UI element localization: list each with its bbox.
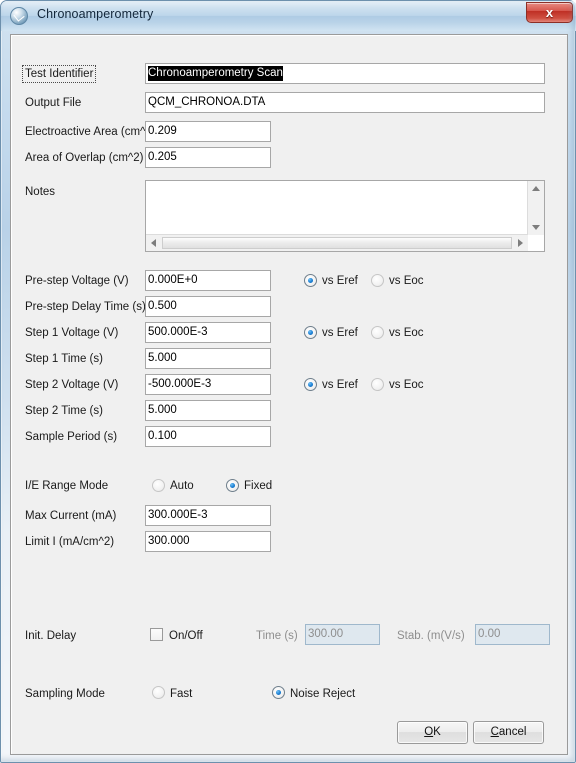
test-identifier-label: Test Identifier <box>22 65 97 83</box>
pre-step-voltage-vs-eoc-radio[interactable] <box>371 274 384 287</box>
title-bar[interactable]: Chronoamperometry x <box>1 1 576 31</box>
step2-voltage-vs-eref-radio[interactable] <box>304 378 317 391</box>
limit-i-label: Limit I (mA/cm^2) <box>25 536 115 548</box>
sampling-mode-noise-reject-radio[interactable] <box>272 686 285 699</box>
electroactive-area-label: Electroactive Area (cm^2) <box>25 126 156 138</box>
ok-button[interactable]: OK <box>397 721 468 744</box>
init-delay-stab-label: Stab. (m(V/s) <box>397 630 465 642</box>
area-of-overlap-input[interactable]: 0.205 <box>145 147 271 168</box>
scroll-right-icon[interactable] <box>518 239 523 247</box>
horizontal-scroll-thumb[interactable] <box>162 237 512 249</box>
limit-i-input[interactable]: 300.000 <box>145 531 271 552</box>
ie-range-mode-label: I/E Range Mode <box>25 480 109 492</box>
scroll-left-icon[interactable] <box>151 239 156 247</box>
scroll-up-icon[interactable] <box>532 186 540 191</box>
step1-time-input[interactable]: 5.000 <box>145 348 271 369</box>
step2-time-input[interactable]: 5.000 <box>145 400 271 421</box>
sampling-mode-fast-radio[interactable] <box>152 686 165 699</box>
electroactive-area-input[interactable]: 0.209 <box>145 121 271 142</box>
init-delay-time-label: Time (s) <box>256 630 298 642</box>
step1-voltage-vs-eref-label: vs Eref <box>322 327 358 339</box>
init-delay-onoff-label: On/Off <box>169 630 203 642</box>
step1-voltage-vs-eoc-label: vs Eoc <box>389 327 424 339</box>
pre-step-voltage-label: Pre-step Voltage (V) <box>25 275 129 287</box>
output-file-label: Output File <box>25 97 82 109</box>
chronoamperometry-app-icon <box>10 7 28 25</box>
step2-voltage-label: Step 2 Voltage (V) <box>25 379 119 391</box>
sampling-mode-label: Sampling Mode <box>25 688 105 700</box>
pre-step-voltage-input[interactable]: 0.000E+0 <box>145 270 271 291</box>
chronoamperometry-dialog-window: Chronoamperometry x Test Identifier Chro… <box>0 0 576 763</box>
ie-range-mode-fixed-label: Fixed <box>244 480 273 492</box>
scrollbar-corner <box>528 235 544 251</box>
test-identifier-input[interactable]: Chronoamperometry Scan <box>145 63 545 84</box>
max-current-label: Max Current (mA) <box>25 510 117 522</box>
init-delay-label: Init. Delay <box>25 630 77 642</box>
step1-voltage-input[interactable]: 500.000E-3 <box>145 322 271 343</box>
close-icon: x <box>545 5 554 20</box>
notes-textarea[interactable] <box>145 180 545 252</box>
init-delay-stab-input: 0.00 <box>475 624 550 645</box>
sample-period-input[interactable]: 0.100 <box>145 426 271 447</box>
test-identifier-value: Chronoamperometry Scan <box>148 66 283 81</box>
scroll-down-icon[interactable] <box>532 225 540 230</box>
notes-vertical-scrollbar[interactable] <box>527 181 544 235</box>
step2-voltage-vs-eoc-label: vs Eoc <box>389 379 424 391</box>
notes-horizontal-scrollbar[interactable] <box>146 234 528 251</box>
sample-period-label: Sample Period (s) <box>25 431 118 443</box>
pre-step-delay-time-label: Pre-step Delay Time (s) <box>25 301 146 313</box>
pre-step-voltage-vs-eoc-label: vs Eoc <box>389 275 424 287</box>
notes-label: Notes <box>25 186 56 198</box>
step2-voltage-vs-eref-label: vs Eref <box>322 379 358 391</box>
step2-voltage-vs-eoc-radio[interactable] <box>371 378 384 391</box>
pre-step-voltage-vs-eref-radio[interactable] <box>304 274 317 287</box>
ie-range-mode-auto-label: Auto <box>170 480 194 492</box>
pre-step-delay-time-input[interactable]: 0.500 <box>145 296 271 317</box>
cancel-button-mnemonic: Cancel <box>490 726 527 738</box>
step1-voltage-vs-eref-radio[interactable] <box>304 326 317 339</box>
step1-voltage-label: Step 1 Voltage (V) <box>25 327 119 339</box>
pre-step-voltage-vs-eref-label: vs Eref <box>322 275 358 287</box>
ie-range-mode-auto-radio[interactable] <box>152 479 165 492</box>
sampling-mode-fast-label: Fast <box>170 688 193 700</box>
step2-voltage-input[interactable]: -500.000E-3 <box>145 374 271 395</box>
area-of-overlap-label: Area of Overlap (cm^2) <box>25 152 144 164</box>
output-file-input[interactable]: QCM_CHRONOA.DTA <box>145 92 545 113</box>
dialog-content-panel: Test Identifier Chronoamperometry Scan O… <box>10 34 568 755</box>
max-current-input[interactable]: 300.000E-3 <box>145 505 271 526</box>
step1-voltage-vs-eoc-radio[interactable] <box>371 326 384 339</box>
step2-time-label: Step 2 Time (s) <box>25 405 103 417</box>
init-delay-onoff-checkbox[interactable] <box>150 628 163 641</box>
ok-button-mnemonic: OK <box>424 726 441 738</box>
ie-range-mode-fixed-radio[interactable] <box>226 479 239 492</box>
close-button[interactable]: x <box>526 2 573 23</box>
init-delay-time-input: 300.00 <box>305 624 380 645</box>
window-title: Chronoamperometry <box>37 7 154 21</box>
step1-time-label: Step 1 Time (s) <box>25 353 103 365</box>
sampling-mode-noise-reject-label: Noise Reject <box>290 688 356 700</box>
cancel-button[interactable]: Cancel <box>473 721 544 744</box>
